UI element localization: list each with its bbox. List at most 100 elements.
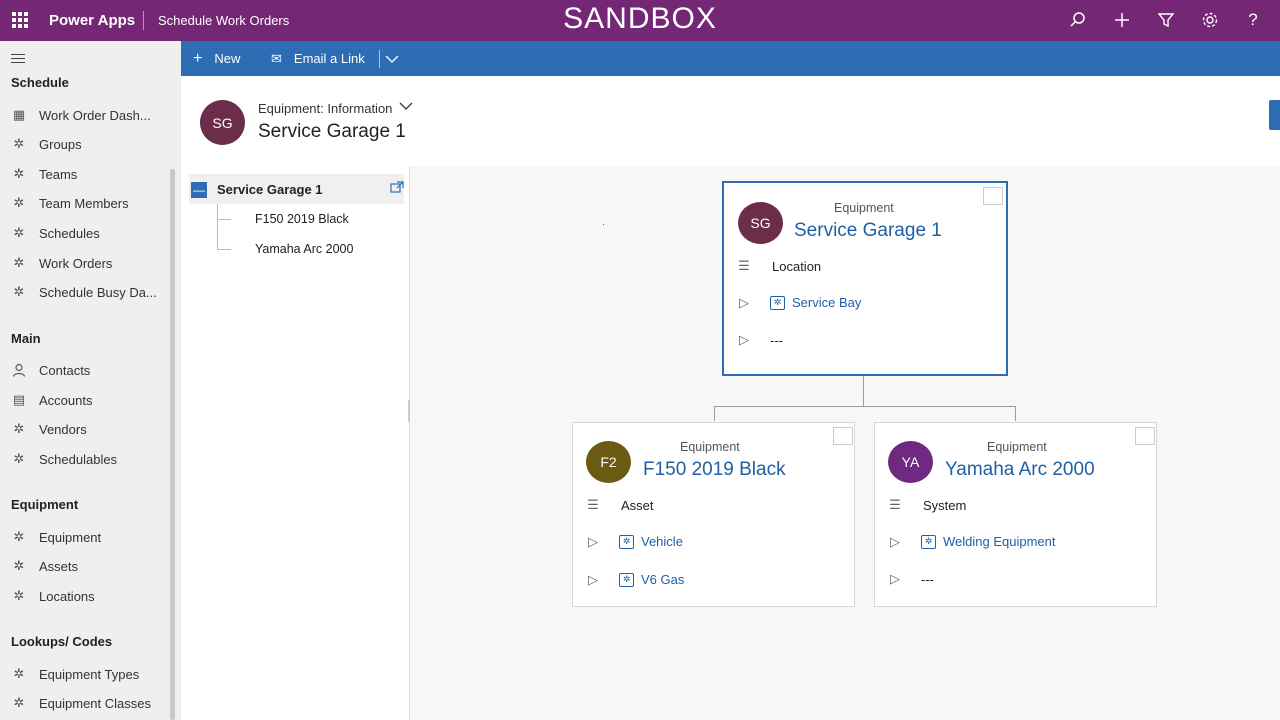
nav-item-label: Equipment [39,529,102,545]
new-button[interactable]: + New [193,41,240,76]
nav-item-equipment-types[interactable]: ✲ Equipment Types [0,660,172,688]
card-field-link-text: Vehicle [641,534,683,549]
card-avatar: SG [738,202,783,244]
card-field-link[interactable]: ✲ Welding Equipment [921,534,1056,549]
left-navigation: Schedule ▦ Work Order Dash... ✲ Groups ✲… [0,41,181,720]
puzzle-icon: ✲ [13,695,25,710]
nav-scrollbar[interactable] [170,169,175,720]
hierarchy-card-child[interactable]: YA Equipment Yamaha Arc 2000 ☰ System ▷ … [874,422,1157,607]
puzzle-icon: ✲ [13,225,25,240]
list-icon: ☰ [738,258,750,273]
nav-item-label: Team Members [39,195,129,211]
email-a-link-label: Email a Link [293,51,365,66]
settings-icon[interactable] [1200,10,1220,30]
command-bar-divider [379,50,380,68]
hierarchy-card-child[interactable]: F2 Equipment F150 2019 Black ☰ Asset ▷ ✲… [572,422,855,607]
card-field-value: --- [921,572,934,587]
nav-section-equipment: Equipment [11,497,79,512]
nav-item-label: Schedulables [39,451,118,467]
form-selector-chevron-icon[interactable] [399,100,413,114]
tree-node-root[interactable]: — Service Garage 1 [189,174,404,204]
email-a-link-button[interactable]: ✉ Email a Link [271,41,365,76]
tag-icon: ▷ [739,332,749,347]
nav-item-assets[interactable]: ✲ Assets [0,552,172,580]
dashboard-icon: ▦ [12,107,26,122]
tree-node-label: Service Garage 1 [217,182,323,197]
nav-item-schedule-busy-dates[interactable]: ✲ Schedule Busy Da... [0,278,172,306]
command-bar: + New ✉ Email a Link [181,41,1280,76]
more-commands-chevron-icon[interactable] [385,41,399,76]
tag-icon: ▷ [588,534,598,549]
card-field: ▷ --- [736,331,976,351]
nav-item-accounts[interactable]: ▤ Accounts [0,386,172,414]
card-entity-type: Equipment [987,440,1047,454]
nav-item-teams[interactable]: ✲ Teams [0,160,172,188]
nav-item-schedulables[interactable]: ✲ Schedulables [0,445,172,473]
tree-node-child[interactable]: Yamaha Arc 2000 [217,234,397,264]
card-avatar: F2 [586,441,631,483]
open-record-icon[interactable] [390,181,404,193]
side-panel-toggle[interactable] [1269,100,1280,130]
entity-link-icon: ✲ [770,295,785,310]
nav-item-label: Groups [39,136,82,152]
hierarchy-connector [714,406,715,421]
puzzle-icon: ✲ [13,529,25,544]
tree-connector [217,219,231,220]
nav-item-work-orders[interactable]: ✲ Work Orders [0,249,172,277]
tree-node-label: Yamaha Arc 2000 [255,242,354,256]
card-select-checkbox[interactable] [983,187,1003,205]
tree-node-child[interactable]: F150 2019 Black [217,204,397,234]
card-field-link[interactable]: ✲ Service Bay [770,295,861,310]
card-field-link-text: V6 Gas [641,572,685,587]
puzzle-icon: ✲ [13,451,25,466]
card-record-name[interactable]: Yamaha Arc 2000 [945,459,1095,481]
card-record-name[interactable]: F150 2019 Black [643,459,786,481]
card-entity-type: Equipment [680,440,740,454]
nav-item-equipment-classes[interactable]: ✲ Equipment Classes [0,689,172,717]
puzzle-icon: ✲ [13,421,25,436]
hamburger-menu-icon[interactable] [11,54,25,64]
hierarchy-connector [1015,406,1016,421]
email-link-icon: ✉ [271,50,282,66]
card-record-name[interactable]: Service Garage 1 [794,220,942,242]
card-field: ▷ --- [887,570,1127,590]
hierarchy-canvas[interactable]: SG Equipment Service Garage 1 ☰ Location… [410,166,1280,720]
collapse-icon[interactable]: — [191,182,207,198]
nav-item-equipment[interactable]: ✲ Equipment [0,523,172,551]
puzzle-icon: ✲ [13,195,25,210]
plus-icon: + [193,49,203,67]
card-field-value: Location [772,259,822,274]
card-field-link[interactable]: ✲ V6 Gas [619,572,684,587]
nav-item-label: Schedules [39,225,100,241]
card-entity-type: Equipment [834,201,894,215]
puzzle-icon: ✲ [13,558,25,573]
nav-item-label: Work Orders [39,255,113,271]
card-select-checkbox[interactable] [1135,427,1155,445]
nav-item-label: Accounts [39,392,93,408]
search-icon[interactable] [1068,10,1088,30]
plus-icon[interactable] [1112,10,1132,30]
help-icon[interactable]: ? [1243,10,1263,30]
nav-item-label: Schedule Busy Da... [39,284,157,300]
card-field: ☰ System [887,496,1127,516]
nav-item-groups[interactable]: ✲ Groups [0,130,172,158]
nav-item-locations[interactable]: ✲ Locations [0,582,172,610]
nav-item-label: Locations [39,588,95,604]
nav-section-schedule: Schedule [11,75,69,90]
new-button-label: New [214,51,241,66]
puzzle-icon: ✲ [13,166,25,181]
nav-item-team-members[interactable]: ✲ Team Members [0,189,172,217]
record-avatar: SG [200,100,245,145]
nav-item-vendors[interactable]: ✲ Vendors [0,415,172,443]
nav-item-schedules[interactable]: ✲ Schedules [0,219,172,247]
card-field-link[interactable]: ✲ Vehicle [619,534,683,549]
entity-link-icon: ✲ [619,572,634,587]
hierarchy-connector [714,406,1015,407]
filter-icon[interactable] [1156,10,1176,30]
nav-item-work-order-dashboard[interactable]: ▦ Work Order Dash... [0,101,172,129]
card-select-checkbox[interactable] [833,427,853,445]
hierarchy-card-root[interactable]: SG Equipment Service Garage 1 ☰ Location… [722,181,1008,376]
form-selector[interactable]: Equipment: Information [258,101,392,116]
nav-item-label: Vendors [39,421,87,437]
nav-item-contacts[interactable]: Contacts [0,356,172,384]
